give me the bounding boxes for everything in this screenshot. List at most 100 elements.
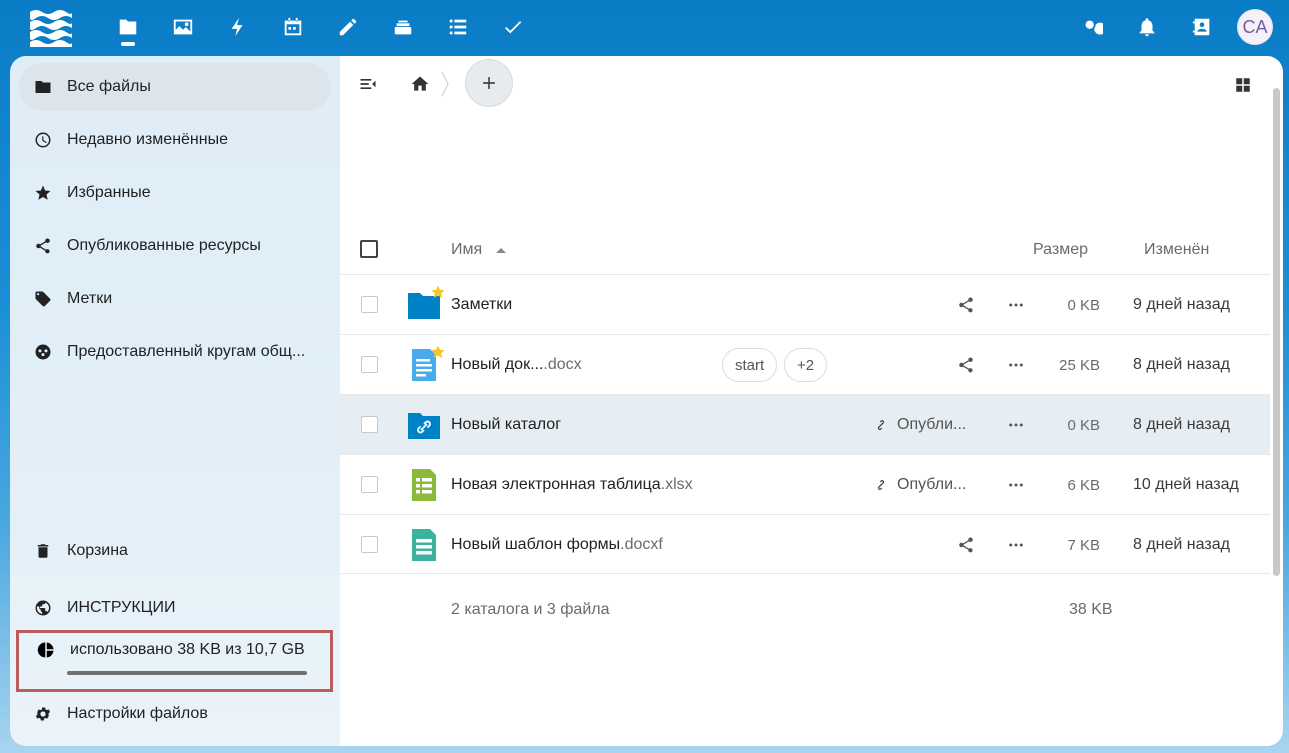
calendar-app-button[interactable] — [265, 0, 320, 54]
link-icon — [877, 480, 885, 490]
checks-app-button[interactable] — [485, 0, 540, 54]
file-modified: 9 дней назад — [1133, 296, 1230, 313]
file-name[interactable]: Новый док... .docx — [451, 335, 582, 395]
column-name-header[interactable]: Имя — [451, 241, 507, 259]
user-avatar[interactable]: CA — [1237, 9, 1273, 45]
trash-icon — [37, 544, 49, 558]
file-name[interactable]: Новый шаблон формы .docxf — [451, 515, 663, 575]
folder-icon — [35, 81, 51, 93]
app-logo[interactable] — [28, 6, 72, 48]
more-actions-button[interactable] — [1004, 413, 1028, 437]
share-button[interactable] — [954, 293, 978, 317]
file-name[interactable]: Новая электронная таблица .xlsx — [451, 455, 693, 515]
more-actions-button[interactable] — [1004, 473, 1028, 497]
file-modified: 10 дней назад — [1133, 476, 1239, 493]
file-basename: Новый каталог — [451, 416, 562, 433]
more-actions-button[interactable] — [1004, 353, 1028, 377]
more-dots-icon — [1009, 363, 1023, 367]
activity-icon — [231, 17, 243, 37]
file-basename: Новый док... — [451, 356, 544, 373]
sidebar-item-label: Метки — [67, 290, 113, 307]
contacts-icon — [1192, 18, 1209, 36]
share-button[interactable] — [954, 353, 978, 377]
files-summary-size: 38 KB — [1069, 601, 1113, 618]
sidebar-item-recent[interactable]: Недавно изменённые — [19, 116, 331, 164]
notes-app-button[interactable] — [320, 0, 375, 54]
row-checkbox[interactable] — [361, 356, 378, 373]
sidebar-item-label: ИНСТРУКЦИИ — [67, 599, 176, 616]
file-size: 0 KB — [1067, 296, 1100, 314]
table-row[interactable]: Новый док... .docx start +2 25 KB 8 дней… — [340, 334, 1270, 394]
file-size: 6 KB — [1067, 476, 1100, 494]
column-modified-header[interactable]: Изменён — [1144, 241, 1209, 259]
favorite-star-icon — [431, 345, 445, 358]
sort-ascending-icon — [496, 248, 507, 253]
calendar-icon — [284, 17, 301, 36]
file-name[interactable]: Заметки — [451, 275, 512, 335]
more-dots-icon — [1009, 543, 1023, 547]
sidebar-item-all-files[interactable]: Все файлы — [19, 63, 331, 111]
column-size-header[interactable]: Размер — [1033, 241, 1088, 259]
sidebar-item-favorites[interactable]: Избранные — [19, 169, 331, 217]
sidebar-item-label: Недавно изменённые — [67, 131, 228, 148]
row-checkbox[interactable] — [361, 296, 378, 313]
row-checkbox[interactable] — [361, 536, 378, 553]
public-link-label: Опубли... — [897, 416, 967, 433]
share-button[interactable] — [954, 533, 978, 557]
public-link-indicator[interactable]: Опубли... — [873, 395, 966, 455]
notifications-button[interactable] — [1119, 0, 1174, 54]
file-extension: .docx — [543, 356, 582, 373]
more-tags-badge[interactable]: +2 — [784, 348, 828, 382]
breadcrumb-separator — [441, 71, 449, 97]
circles-icon — [35, 344, 51, 360]
sidebar-item-circles[interactable]: Предоставленный кругам общ... — [19, 328, 331, 376]
table-row[interactable]: Заметки 0 KB 9 дней назад — [340, 274, 1270, 334]
tasks-app-button[interactable] — [430, 0, 485, 54]
system-tag[interactable]: start — [722, 348, 778, 382]
more-actions-button[interactable] — [1004, 533, 1028, 557]
quota-label: использовано 38 KB из 10,7 GB — [70, 641, 305, 658]
grid-view-toggle[interactable] — [1230, 72, 1256, 98]
table-row[interactable]: Новый шаблон формы .docxf 7 KB 8 дней наз… — [340, 514, 1270, 574]
sidebar-item-label: Опубликованные ресурсы — [67, 237, 261, 254]
tasks-list-icon — [449, 19, 466, 35]
file-extension: .xlsx — [660, 476, 693, 493]
search-button[interactable] — [1064, 0, 1119, 54]
star-icon — [35, 185, 51, 200]
home-breadcrumb[interactable] — [406, 70, 434, 98]
storage-quota[interactable]: использовано 38 KB из 10,7 GB — [16, 630, 333, 692]
file-name[interactable]: Новый каталог — [451, 395, 561, 455]
files-app-button[interactable] — [100, 0, 155, 54]
photos-app-button[interactable] — [155, 0, 210, 54]
scrollbar[interactable] — [1273, 88, 1280, 576]
public-link-indicator[interactable]: Опубли... — [873, 455, 966, 515]
activity-app-button[interactable] — [210, 0, 265, 54]
file-size: 25 KB — [1059, 356, 1100, 374]
quota-progress-bar — [67, 671, 307, 675]
globe-icon — [35, 600, 51, 616]
top-bar: CA — [0, 0, 1289, 54]
table-row[interactable]: Новый каталог Опубли... 0 KB 8 дней наза… — [340, 394, 1270, 454]
table-row[interactable]: Новая электронная таблица .xlsx Опубли...… — [340, 454, 1270, 514]
more-actions-button[interactable] — [1004, 293, 1028, 317]
shared-folder-icon — [408, 413, 440, 439]
row-checkbox[interactable] — [361, 416, 378, 433]
contacts-button[interactable] — [1174, 0, 1229, 54]
grid-icon — [1236, 78, 1250, 92]
sidebar-item-instructions[interactable]: ИНСТРУКЦИИ — [19, 584, 331, 632]
sidebar-item-label: Настройки файлов — [67, 705, 208, 722]
sidebar-item-trash[interactable]: Корзина — [19, 527, 331, 575]
sidebar-item-shares[interactable]: Опубликованные ресурсы — [19, 222, 331, 270]
files-summary-count: 2 каталога и 3 файла — [451, 601, 610, 618]
new-button[interactable] — [465, 59, 513, 107]
spreadsheet-icon — [412, 469, 436, 501]
select-all-checkbox[interactable] — [360, 240, 378, 258]
file-size: 0 KB — [1067, 416, 1100, 434]
row-checkbox[interactable] — [361, 476, 378, 493]
sidebar-item-settings[interactable]: Настройки файлов — [19, 690, 331, 738]
deck-app-button[interactable] — [375, 0, 430, 54]
file-modified: 8 дней назад — [1133, 416, 1230, 433]
toggle-navigation-button[interactable] — [354, 70, 382, 98]
sidebar-item-label: Предоставленный кругам общ... — [67, 343, 306, 360]
sidebar-item-tags[interactable]: Метки — [19, 275, 331, 323]
